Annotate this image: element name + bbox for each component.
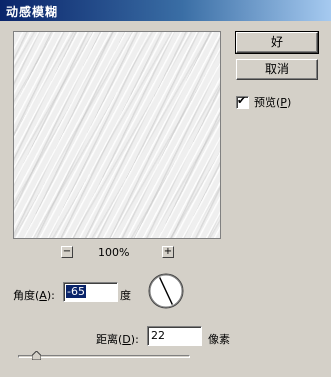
distance-label: 距离(D): [96,333,139,346]
angle-label: 角度(A): [13,289,55,302]
zoom-out-button[interactable]: − [61,246,73,258]
title-bar[interactable]: 动感模糊 [0,0,331,21]
ok-button[interactable]: 好 [235,31,319,54]
angle-value: -65 [66,285,86,298]
slider-thumb-icon[interactable] [32,351,42,360]
angle-input[interactable]: -65 [63,282,118,302]
angle-dial-icon[interactable] [148,273,184,309]
angle-unit: 度 [120,289,131,302]
cancel-button[interactable]: 取消 [236,59,318,80]
preview-checkbox-box[interactable]: ✔ [236,93,249,109]
motion-blur-preview-image [14,32,220,238]
preview-checkbox-label: 预览(P) [254,96,292,109]
preview-area[interactable] [13,31,221,239]
distance-input[interactable]: 22 [147,326,202,346]
checkmark-icon: ✔ [237,93,247,107]
distance-slider-track[interactable] [18,355,190,358]
zoom-in-button[interactable]: + [162,246,174,258]
zoom-level: 100% [98,246,130,259]
distance-unit: 像素 [208,333,230,346]
window-title: 动感模糊 [6,5,59,19]
preview-checkbox[interactable]: ✔ 预览(P) [236,94,291,110]
